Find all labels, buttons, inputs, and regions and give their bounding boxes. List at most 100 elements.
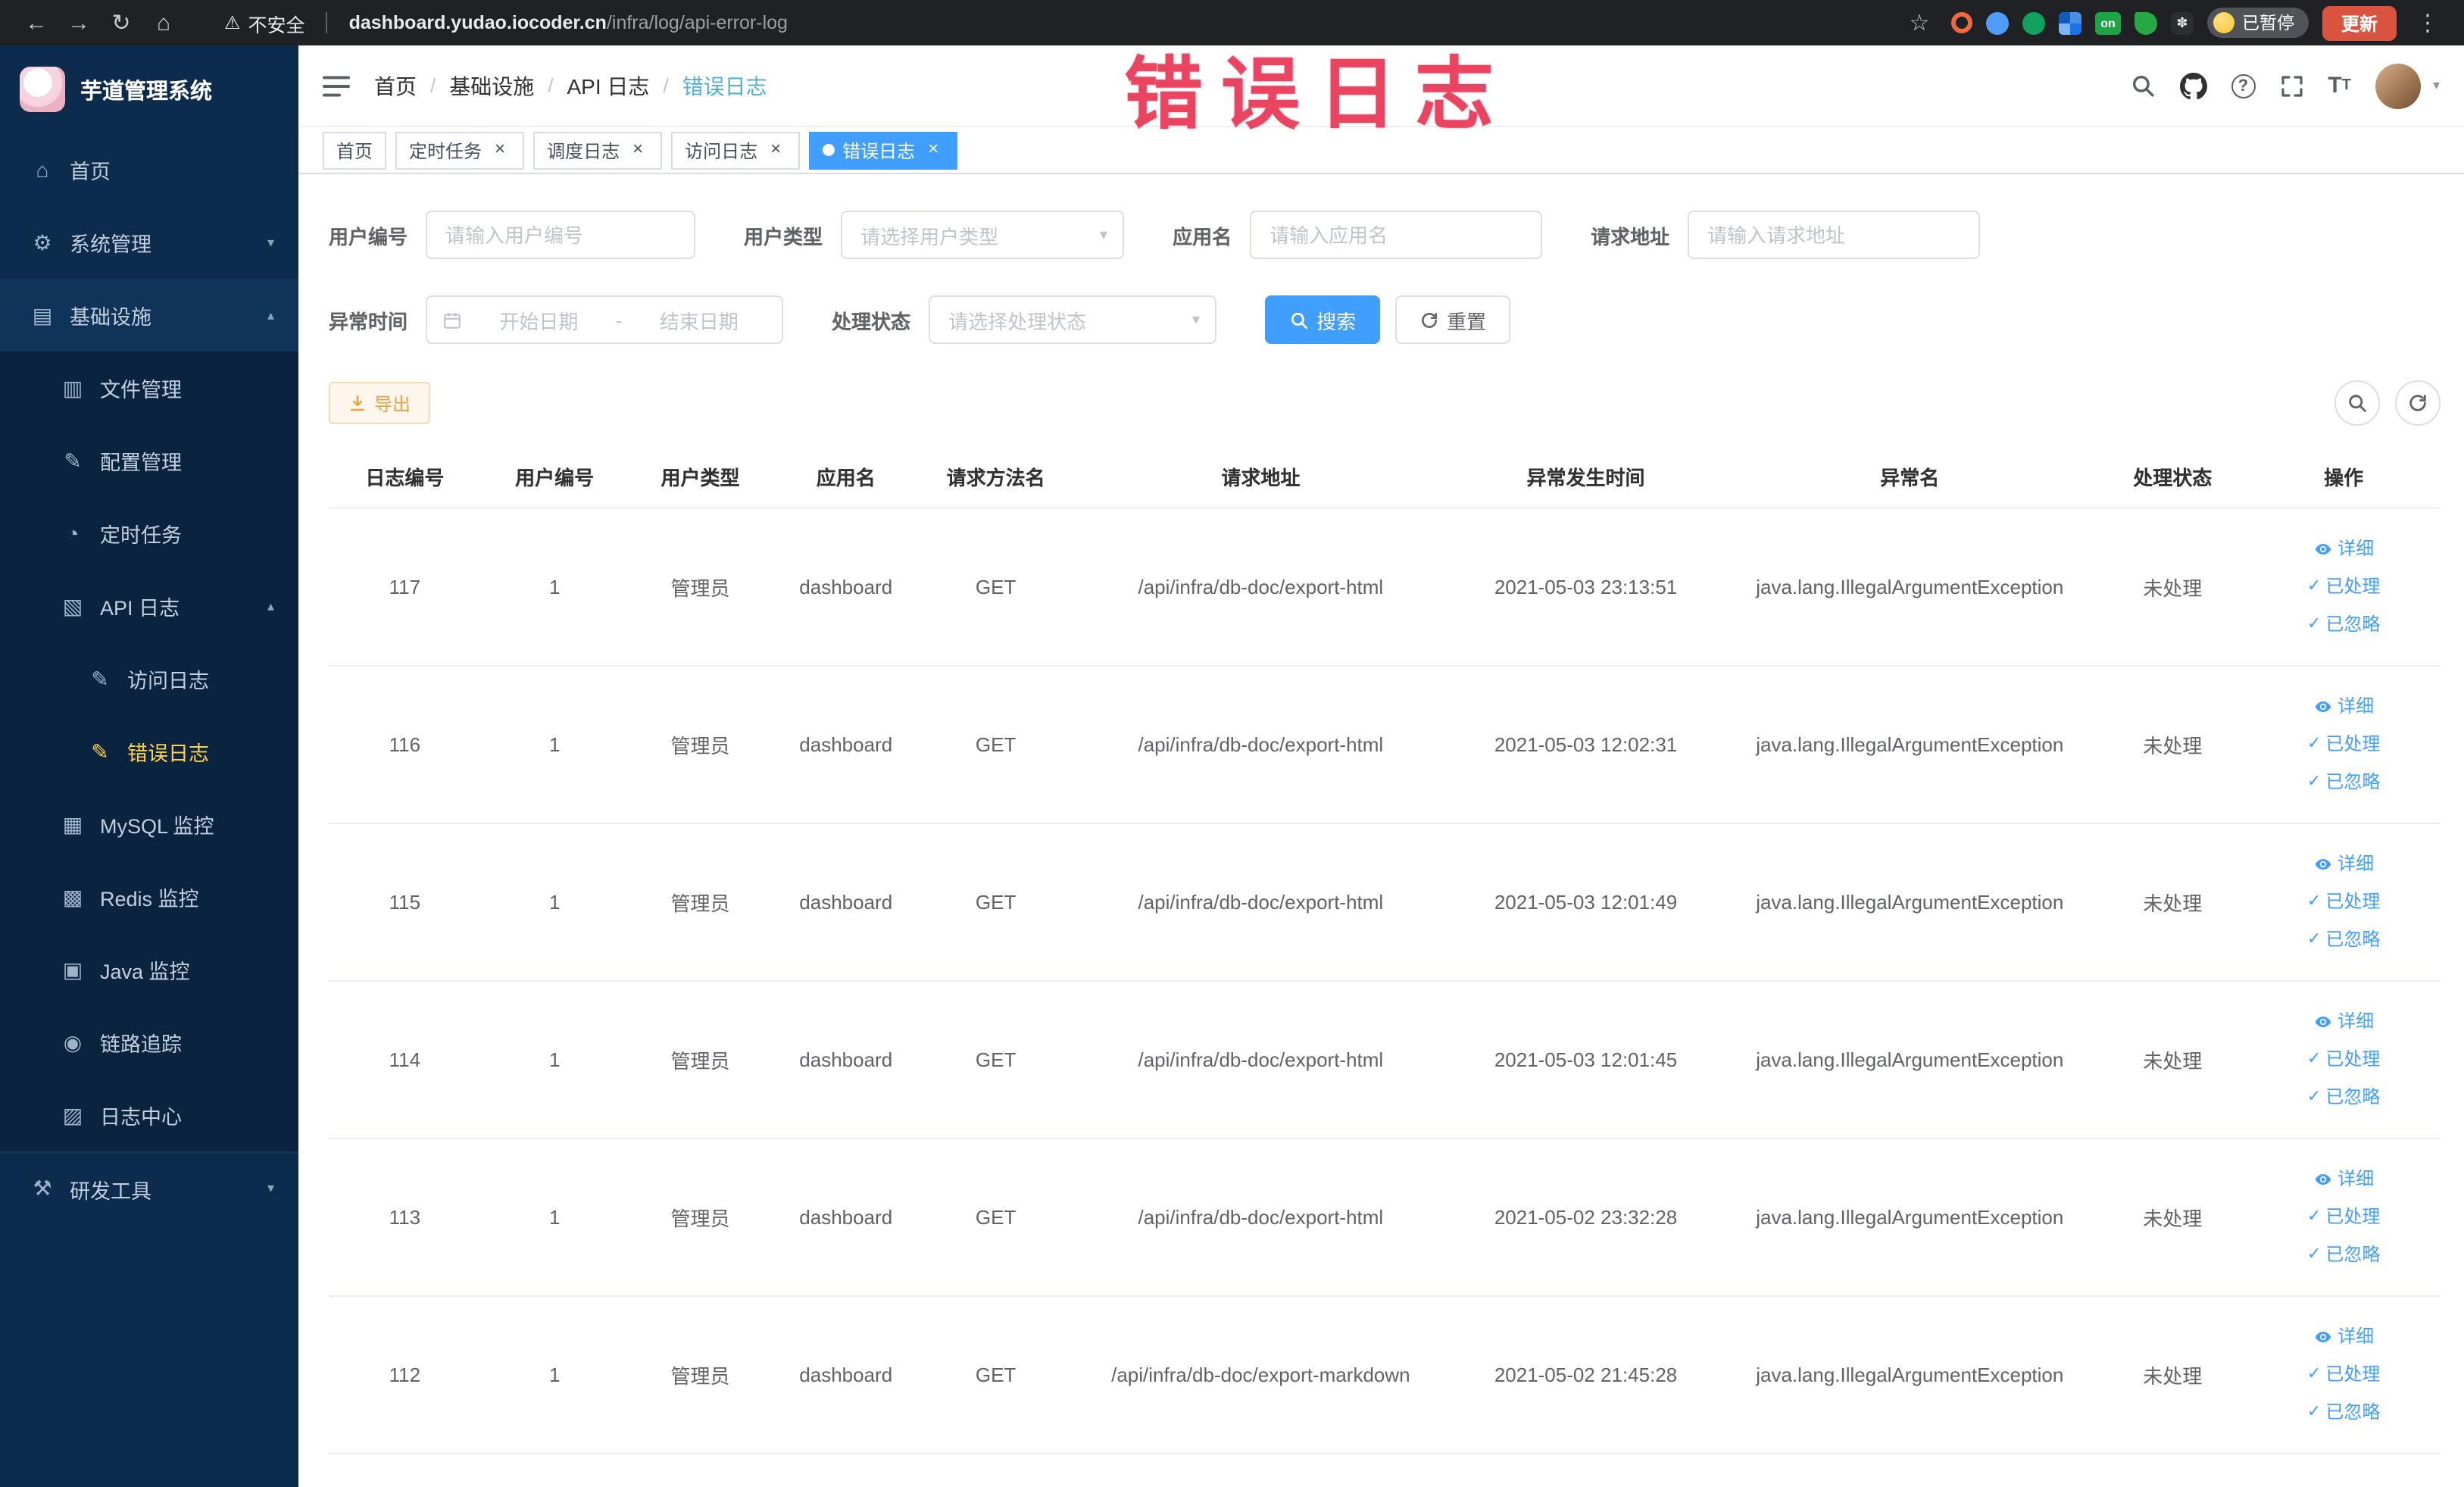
close-icon[interactable]: × [627,139,648,161]
hamburger-icon[interactable] [323,73,350,98]
breadcrumb-item-api-log[interactable]: API 日志 [567,70,650,101]
paused-badge[interactable]: 已暂停 [2206,8,2309,38]
app-name-input[interactable] [1250,211,1543,259]
tab-error-log[interactable]: 错误日志 × [809,131,958,169]
browser-right-controls: ☆ on ✽ 已暂停 更新 ⋮ [1901,5,2446,41]
user-id-input[interactable] [426,211,696,259]
column-header: 异常发生时间 [1449,445,1722,509]
filter-row-1: 用户编号 用户类型 请选择用户类型 ▾ 应用名 [329,211,2440,259]
extension-icon-6[interactable] [2134,11,2157,34]
font-size-icon[interactable]: TT [2328,73,2351,98]
cell-url: /api/infra/db-doc/export-html [1071,823,1450,982]
request-url-input[interactable] [1688,211,1981,259]
ignored-link[interactable]: ✓ 已忽略 [2253,1394,2434,1432]
detail-link[interactable]: 详细 [2253,1161,2434,1198]
sidebar-item-system-mgmt[interactable]: ⚙ 系统管理 ▾ [0,206,298,279]
cell-actions: 详细 ✓ 已处理 ✓ 已忽略 [2247,823,2440,982]
close-icon[interactable]: × [489,139,511,161]
help-icon[interactable]: ? [2231,73,2256,98]
detail-link[interactable]: 详细 [2253,688,2434,726]
processed-link[interactable]: ✓ 已处理 [2253,1356,2434,1394]
cell-user-type: 管理员 [628,508,773,667]
search-button[interactable]: 搜索 [1265,295,1381,344]
chevron-up-icon: ▴ [267,307,274,322]
user-type-placeholder: 请选择用户类型 [860,225,999,248]
ignored-link[interactable]: ✓ 已忽略 [2253,764,2434,801]
sidebar-item-tracing[interactable]: ◉ 链路追踪 [0,1006,298,1079]
tab-home[interactable]: 首页 [323,131,387,169]
extension-icon-3[interactable] [2022,11,2045,34]
processed-link[interactable]: ✓ 已处理 [2253,1041,2434,1079]
check-icon: ✓ [2306,930,2322,948]
detail-link[interactable]: 详细 [2253,1318,2434,1356]
detail-link[interactable]: 详细 [2253,845,2434,883]
bookmark-star-icon[interactable]: ☆ [1901,5,1938,41]
close-icon[interactable]: × [923,139,944,161]
error-log-table: 日志编号 用户编号 用户类型 应用名 请求方法名 请求地址 异常发生时间 异常名 处理状态 操作 … [329,445,2440,1454]
table-row: 115 1 管理员 dashboard GET/api/infra/db-doc/exp… [329,823,2440,982]
back-icon[interactable]: ← [18,5,55,41]
address-bar[interactable]: dashboard.yudao.iocoder.cn/infra/log/api… [349,12,788,33]
processed-link[interactable]: ✓ 已处理 [2253,568,2434,606]
ignored-link[interactable]: ✓ 已忽略 [2253,1079,2434,1117]
ignored-link[interactable]: ✓ 已忽略 [2253,606,2434,644]
chevron-down-icon: ▾ [267,1180,274,1195]
cell-user-type: 管理员 [628,823,773,982]
processed-link[interactable]: ✓ 已处理 [2253,1198,2434,1236]
ignored-link[interactable]: ✓ 已忽略 [2253,1236,2434,1274]
search-icon[interactable] [2129,73,2155,98]
sidebar-item-cron-job[interactable]: ◔ 定时任务 [0,497,298,570]
processed-link[interactable]: ✓ 已处理 [2253,883,2434,921]
security-indicator[interactable]: ⚠ 不安全 [224,8,305,37]
github-icon[interactable] [2179,72,2207,99]
sidebar-item-redis-monitor[interactable]: ▩ Redis 监控 [0,861,298,933]
tab-cron-job[interactable]: 定时任务 × [395,131,525,169]
user-type-select[interactable]: 请选择用户类型 ▾ [841,211,1125,259]
sidebar-item-config-mgmt[interactable]: ✎ 配置管理 [0,424,298,497]
cell-app: dashboard [772,823,920,982]
detail-link[interactable]: 详细 [2253,1003,2434,1041]
sidebar-item-api-log[interactable]: ▧ API 日志 ▴ [0,570,298,642]
sidebar-item-home[interactable]: ⌂ 首页 [0,133,298,206]
toggle-search-button[interactable] [2334,380,2379,426]
process-status-select[interactable]: 请选择处理状态 ▾ [929,295,1217,344]
reload-icon[interactable]: ↻ [103,5,139,41]
cell-status: 未处理 [2097,1139,2248,1297]
close-icon[interactable]: × [765,139,786,161]
sidebar-item-log-center[interactable]: ▨ 日志中心 [0,1079,298,1151]
chevron-down-icon: ▾ [1100,226,1108,243]
extension-icon-4[interactable] [2058,11,2081,34]
browser-home-icon[interactable]: ⌂ [145,5,182,41]
reset-button[interactable]: 重置 [1395,295,1511,344]
sidebar-item-java-monitor[interactable]: ▣ Java 监控 [0,933,298,1006]
export-button[interactable]: 导出 [329,382,431,424]
breadcrumb-item-home[interactable]: 首页 [374,70,417,101]
breadcrumb-item-infrastructure[interactable]: 基础设施 [449,70,534,101]
fullscreen-icon[interactable] [2279,73,2303,98]
sidebar-menu: ⌂ 首页 ⚙ 系统管理 ▾ ▤ 基础设施 ▴ ▥ 文件管理 ✎ 配置管理 ◔ 定时任务 ▧ API 日志 ▴ ✎ 访… [0,133,298,1487]
sidebar-item-mysql-monitor[interactable]: ▦ MySQL 监控 [0,788,298,861]
app-title: 芋道管理系统 [80,80,212,104]
sidebar-item-access-log[interactable]: ✎ 访问日志 [0,642,298,715]
detail-link[interactable]: 详细 [2253,530,2434,568]
extension-icon-2[interactable] [1985,11,2009,34]
tab-access-log[interactable]: 访问日志 × [671,131,801,169]
app-logo[interactable]: 芋道管理系统 [0,45,298,133]
date-range-picker[interactable]: 开始日期 - 结束日期 [426,295,784,344]
kebab-menu-icon[interactable]: ⋮ [2409,5,2446,41]
extension-icon-5[interactable]: on [2094,11,2121,34]
sidebar-item-infrastructure[interactable]: ▤ 基础设施 ▴ [0,279,298,351]
sidebar-item-file-mgmt[interactable]: ▥ 文件管理 [0,351,298,424]
table-refresh-button[interactable] [2394,380,2440,426]
extension-icon-1[interactable] [1950,12,1972,33]
sidebar-item-error-log[interactable]: ✎ 错误日志 [0,715,298,788]
chevron-down-icon[interactable]: ▾ [2433,77,2440,94]
sidebar-item-dev-tools[interactable]: ⚒ 研发工具 ▾ [0,1151,298,1224]
forward-icon[interactable]: → [61,5,97,41]
processed-link[interactable]: ✓ 已处理 [2253,726,2434,764]
tab-schedule-log[interactable]: 调度日志 × [533,131,663,169]
user-avatar[interactable] [2375,63,2421,108]
ignored-link[interactable]: ✓ 已忽略 [2253,921,2434,959]
update-button[interactable]: 更新 [2322,5,2396,40]
extension-icon-7[interactable]: ✽ [2170,11,2194,34]
